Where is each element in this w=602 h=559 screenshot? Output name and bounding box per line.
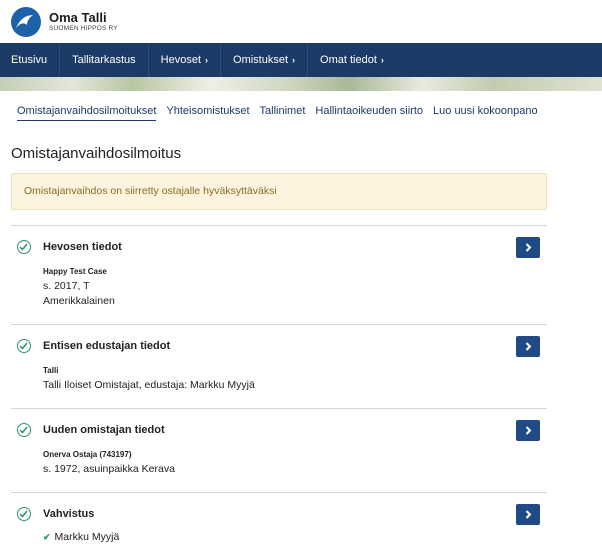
subnav-item-luo-uusi-kokoonpano[interactable]: Luo uusi kokoonpano xyxy=(433,105,538,121)
nav-item-omat-tiedot[interactable]: Omat tiedot › xyxy=(308,43,396,77)
checkmark-icon: ✔ xyxy=(43,532,51,542)
signer-name: Markku Myyjä xyxy=(54,531,120,543)
check-circle-icon xyxy=(17,240,31,254)
nav-item-label: Tallitarkastus xyxy=(72,54,136,66)
section-new-owner: Uuden omistajan tiedot Onerva Ostaja (74… xyxy=(11,408,547,492)
check-circle-icon xyxy=(17,339,31,353)
open-new-owner-button[interactable] xyxy=(516,420,540,441)
new-owner-name: Onerva Ostaja (743197) xyxy=(43,450,132,459)
main-nav: Etusivu Tallitarkastus Hevoset › Omistuk… xyxy=(0,43,602,77)
nav-item-etusivu[interactable]: Etusivu xyxy=(0,43,61,77)
nav-item-omistukset[interactable]: Omistukset › xyxy=(221,43,309,77)
horse-birth: s. 2017, T xyxy=(43,280,90,292)
open-confirmation-button[interactable] xyxy=(516,504,540,525)
chevron-right-icon: › xyxy=(205,55,209,65)
chevron-right-icon: › xyxy=(380,55,384,65)
section-title: Hevosen tiedot xyxy=(43,241,122,253)
subnav-item-yhteisomistukset[interactable]: Yhteisomistukset xyxy=(166,105,249,121)
hero-banner xyxy=(0,77,602,91)
section-confirmation: Vahvistus ✔ Markku Myyjä xyxy=(11,492,547,559)
horse-breed: Amerikkalainen xyxy=(43,295,115,307)
section-horse-info: Hevosen tiedot Happy Test Case s. 2017, … xyxy=(11,225,547,324)
open-previous-rep-button[interactable] xyxy=(516,336,540,357)
app-subtitle: SUOMEN HIPPOS RY xyxy=(49,24,118,32)
subnav-item-omistajanvaihdosilmoitukset[interactable]: Omistajanvaihdosilmoitukset xyxy=(17,105,157,121)
app-header: Oma Talli SUOMEN HIPPOS RY xyxy=(0,0,602,43)
nav-item-tallitarkastus[interactable]: Tallitarkastus xyxy=(60,43,149,77)
app-title: Oma Talli xyxy=(49,9,107,25)
new-owner-details: s. 1972, asuinpaikka Kerava xyxy=(43,463,175,475)
subnav-item-hallintaoikeuden-siirto[interactable]: Hallintaoikeuden siirto xyxy=(315,105,423,121)
chevron-right-icon xyxy=(525,510,531,519)
subnav-item-tallinimet[interactable]: Tallinimet xyxy=(260,105,306,121)
section-previous-rep: Entisen edustajan tiedot Talli Talli Ilo… xyxy=(11,324,547,408)
chevron-right-icon xyxy=(525,243,531,252)
nav-item-label: Etusivu xyxy=(11,54,48,66)
status-alert: Omistajanvaihdos on siirretty ostajalle … xyxy=(11,173,547,210)
page-title: Omistajanvaihdosilmoitus xyxy=(11,145,182,162)
nav-item-label: Omistukset xyxy=(233,54,289,66)
section-title: Entisen edustajan tiedot xyxy=(43,340,171,352)
nav-item-hevoset[interactable]: Hevoset › xyxy=(149,43,222,77)
section-title: Vahvistus xyxy=(43,508,95,520)
chevron-right-icon xyxy=(525,426,531,435)
nav-item-label: Hevoset xyxy=(160,54,202,66)
sub-nav: Omistajanvaihdosilmoitukset Yhteisomistu… xyxy=(0,91,602,121)
nav-item-label: Omat tiedot xyxy=(320,54,377,66)
confirmation-signer: ✔ Markku Myyjä xyxy=(43,531,119,543)
open-horse-info-button[interactable] xyxy=(516,237,540,258)
chevron-right-icon: › xyxy=(292,55,296,65)
horse-name: Happy Test Case xyxy=(43,267,107,276)
rep-type: Talli xyxy=(43,366,59,375)
check-circle-icon xyxy=(17,423,31,437)
hippos-logo[interactable] xyxy=(11,6,41,37)
rep-details: Talli Iloiset Omistajat, edustaja: Markk… xyxy=(43,379,255,391)
chevron-right-icon xyxy=(525,342,531,351)
section-title: Uuden omistajan tiedot xyxy=(43,424,165,436)
check-circle-icon xyxy=(17,507,31,521)
